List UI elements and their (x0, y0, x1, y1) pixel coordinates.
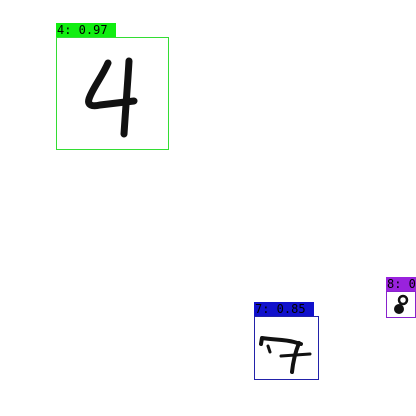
detection-box-8: 8: 0 (386, 277, 416, 318)
detection-label: 8: 0 (386, 277, 416, 291)
detection-box-4: 4: 0.97 (56, 23, 169, 150)
detection-label: 7: 0.85 (254, 302, 314, 316)
handwritten-digit-4-image (85, 57, 138, 138)
detection-canvas: 4: 0.97 7: 0.85 8: 0 (0, 0, 416, 416)
detection-box-7: 7: 0.85 (254, 302, 319, 380)
handwritten-digit-8-image (394, 294, 409, 314)
handwritten-digit-7-image (259, 336, 312, 374)
detection-label: 4: 0.97 (56, 23, 116, 37)
